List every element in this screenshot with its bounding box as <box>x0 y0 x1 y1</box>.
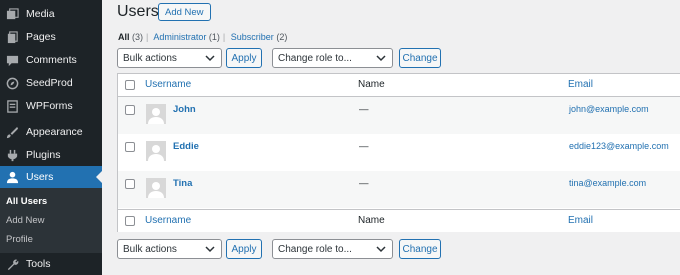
sidebar-item-media[interactable]: Media <box>0 3 102 25</box>
sidebar-item-label: Pages <box>26 31 56 43</box>
sidebar-item-label: Tools <box>26 258 51 270</box>
table-row: Tina — tina@example.com <box>118 171 680 208</box>
sidebar-item-label: Comments <box>26 54 77 66</box>
sidebar-item-wpforms[interactable]: WPForms <box>0 95 102 117</box>
media-icon <box>5 7 19 21</box>
sidebar-item-label: Media <box>26 8 55 20</box>
bulk-actions-value: Bulk actions <box>123 243 177 255</box>
users-submenu: All Users Add New Profile <box>0 188 102 253</box>
filter-separator: | <box>146 32 149 42</box>
sidebar-item-plugins[interactable]: Plugins <box>0 144 102 166</box>
role-filters: All (3) | Administrator (1) | Subscriber (… <box>118 32 287 42</box>
bulk-actions-select-bottom[interactable]: Bulk actions <box>117 239 222 259</box>
submenu-profile[interactable]: Profile <box>6 234 33 245</box>
sidebar-item-label: Plugins <box>26 149 61 161</box>
column-username[interactable]: Username <box>145 215 191 226</box>
change-role-value: Change role to... <box>278 243 352 255</box>
sidebar-item-label: Appearance <box>26 126 83 138</box>
column-name: Name <box>358 79 385 90</box>
chevron-down-icon <box>205 55 215 62</box>
row-checkbox[interactable] <box>125 142 135 152</box>
admin-sidebar: Media Pages Comments SeedProd WPForms Ap… <box>0 0 102 275</box>
username-link[interactable]: Tina <box>173 178 192 189</box>
add-new-button[interactable]: Add New <box>158 3 211 21</box>
name-value: — <box>359 104 369 115</box>
page-title: Users <box>117 3 159 20</box>
apply-button-bottom[interactable]: Apply <box>226 239 262 259</box>
change-role-select[interactable]: Change role to... <box>272 48 393 68</box>
username-link[interactable]: Eddie <box>173 141 199 152</box>
bulk-actions-value: Bulk actions <box>123 52 177 64</box>
name-value: — <box>359 141 369 152</box>
sidebar-item-label: SeedProd <box>26 77 73 89</box>
column-name: Name <box>358 215 385 226</box>
filter-subscriber-count: (2) <box>276 32 288 42</box>
submenu-all-users[interactable]: All Users <box>6 196 47 207</box>
email-link[interactable]: john@example.com <box>569 104 649 114</box>
sidebar-item-label: WPForms <box>26 100 73 112</box>
filter-subscriber[interactable]: Subscriber <box>231 32 274 42</box>
apply-button[interactable]: Apply <box>226 48 262 68</box>
users-icon <box>5 170 19 184</box>
change-role-select-bottom[interactable]: Change role to... <box>272 239 393 259</box>
tools-icon <box>5 257 19 271</box>
change-role-button[interactable]: Change <box>399 48 441 68</box>
plugins-icon <box>5 148 19 162</box>
sidebar-item-comments[interactable]: Comments <box>0 49 102 71</box>
filter-all[interactable]: All <box>118 32 130 42</box>
users-table: Username Name Email John — john@example.… <box>117 73 680 232</box>
filter-all-count: (3) <box>132 32 144 42</box>
filter-administrator[interactable]: Administrator <box>153 32 206 42</box>
sidebar-item-tools[interactable]: Tools <box>0 253 102 275</box>
row-checkbox[interactable] <box>125 105 135 115</box>
row-checkbox[interactable] <box>125 179 135 189</box>
chevron-down-icon <box>376 55 386 62</box>
avatar <box>146 104 166 124</box>
column-username[interactable]: Username <box>145 79 191 90</box>
avatar <box>146 178 166 198</box>
seedprod-icon <box>5 76 19 90</box>
chevron-down-icon <box>376 246 386 253</box>
name-value: — <box>359 178 369 189</box>
filter-administrator-count: (1) <box>208 32 220 42</box>
comments-icon <box>5 53 19 67</box>
sidebar-item-pages[interactable]: Pages <box>0 26 102 48</box>
change-role-value: Change role to... <box>278 52 352 64</box>
table-row: John — john@example.com <box>118 97 680 134</box>
sidebar-item-label: Users <box>26 171 54 183</box>
filter-separator: | <box>222 32 226 42</box>
email-link[interactable]: eddie123@example.com <box>569 141 669 151</box>
column-email[interactable]: Email <box>568 215 593 226</box>
column-email[interactable]: Email <box>568 79 593 90</box>
select-all-checkbox[interactable] <box>125 216 135 226</box>
bulk-actions-select[interactable]: Bulk actions <box>117 48 222 68</box>
sidebar-item-appearance[interactable]: Appearance <box>0 121 102 143</box>
submenu-add-new[interactable]: Add New <box>6 215 45 226</box>
wpforms-icon <box>5 99 19 113</box>
avatar <box>146 141 166 161</box>
change-role-button-bottom[interactable]: Change <box>399 239 441 259</box>
select-all-checkbox[interactable] <box>125 80 135 90</box>
username-link[interactable]: John <box>173 104 196 115</box>
table-row: Eddie — eddie123@example.com <box>118 134 680 171</box>
chevron-down-icon <box>205 246 215 253</box>
sidebar-item-users[interactable]: Users <box>0 166 102 188</box>
email-link[interactable]: tina@example.com <box>569 178 646 188</box>
pages-icon <box>5 30 19 44</box>
table-header: Username Name Email <box>118 74 680 97</box>
appearance-icon <box>5 125 19 139</box>
table-footer: Username Name Email <box>118 209 680 232</box>
sidebar-item-seedprod[interactable]: SeedProd <box>0 72 102 94</box>
